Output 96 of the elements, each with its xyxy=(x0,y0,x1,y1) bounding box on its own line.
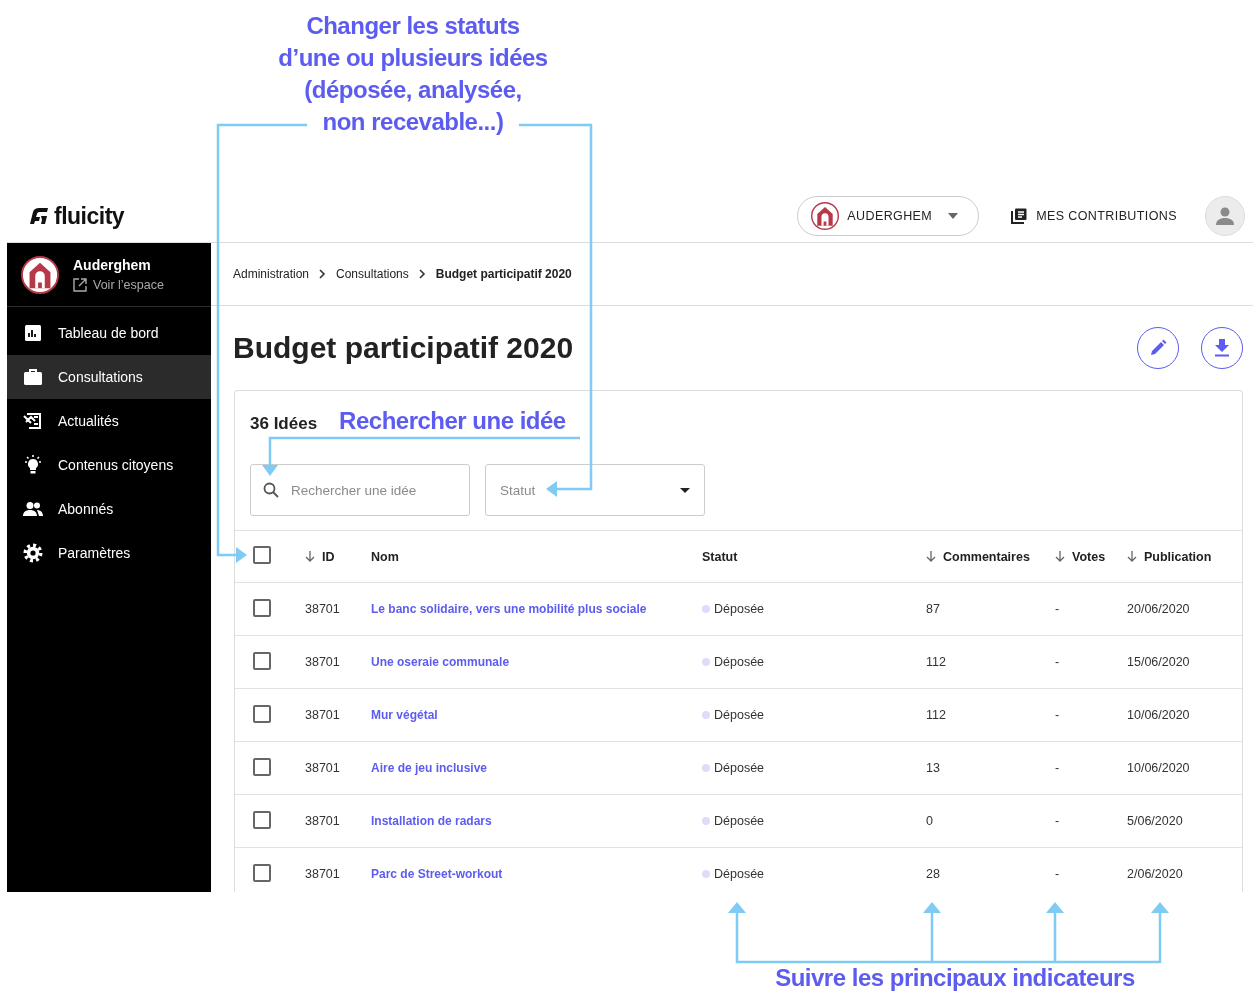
coat-of-arms-icon xyxy=(811,202,840,230)
table-cell-text: 0 xyxy=(926,814,934,828)
column-header: Nom xyxy=(371,549,400,564)
checkbox[interactable] xyxy=(253,651,271,670)
sidebar-item[interactable]: Paramètres xyxy=(7,531,211,575)
chevron-icon xyxy=(319,269,327,279)
sort-arrow-icon[interactable] xyxy=(926,550,936,563)
avatar-button[interactable] xyxy=(1205,196,1245,236)
logo-icon xyxy=(28,207,50,225)
column-header[interactable]: ID xyxy=(291,549,371,564)
table-cell-text: 112 xyxy=(926,655,947,669)
external-link-icon xyxy=(73,278,87,292)
space-selector[interactable]: AUDERGHEM xyxy=(797,196,980,236)
page-title: Budget participatif 2020 xyxy=(233,331,574,365)
breadcrumb-link[interactable]: Administration xyxy=(233,267,310,281)
chevron-icon xyxy=(418,269,426,279)
sidebar-item[interactable]: Tableau de bord xyxy=(7,311,211,355)
contributions-link[interactable]: MES CONTRIBUTIONS xyxy=(1011,208,1177,224)
column-header[interactable]: Commentaires xyxy=(926,549,1055,564)
table-cell-text: 13 xyxy=(926,761,941,775)
search-icon xyxy=(263,482,279,498)
table-cell-text: 87 xyxy=(926,602,941,616)
checkbox[interactable] xyxy=(253,598,271,617)
sidebar-item[interactable]: Abonnés xyxy=(7,487,211,531)
people-icon xyxy=(22,501,44,517)
settings-icon xyxy=(22,543,44,563)
breadcrumb-link[interactable]: Consultations xyxy=(336,267,409,281)
column-header: Statut xyxy=(702,549,739,564)
table-cell-text: 38701 xyxy=(304,602,341,616)
newspaper-icon xyxy=(22,412,44,430)
callout-text: Rechercher une idée xyxy=(339,407,566,435)
download-button[interactable] xyxy=(1201,327,1243,369)
idea-link[interactable]: Le banc solidaire, vers une mobilité plus sociale xyxy=(371,602,647,616)
table-cell-text: - xyxy=(1055,655,1061,669)
callout-text: Suivre les principaux indicateurs xyxy=(774,964,1136,991)
status-dropdown[interactable]: Statut xyxy=(485,464,705,516)
idea-count: 36 Idées xyxy=(250,414,318,434)
coat-of-arms-icon xyxy=(21,255,59,294)
table-cell-text: 10/06/2020 xyxy=(1127,708,1191,722)
edit-button[interactable] xyxy=(1137,327,1179,369)
table-cell-text: 2/06/2020 xyxy=(1127,867,1184,881)
caret-icon xyxy=(948,213,959,219)
idea-link[interactable]: Mur végétal xyxy=(371,708,438,722)
caret-icon xyxy=(680,487,690,493)
sort-arrow-icon[interactable] xyxy=(305,550,315,563)
column-header[interactable]: Publication xyxy=(1127,549,1242,564)
table-cell-text: 38701 xyxy=(304,708,341,722)
table-cell-text: 38701 xyxy=(304,655,341,669)
table-cell-text: 20/06/2020 xyxy=(1127,602,1191,616)
sort-arrow-icon[interactable] xyxy=(1127,550,1137,563)
table-cell-text: - xyxy=(1055,867,1061,881)
briefcase-icon xyxy=(22,368,44,386)
sidebar-item[interactable]: Actualités xyxy=(7,399,211,443)
checkbox[interactable] xyxy=(253,810,271,829)
breadcrumb-link[interactable]: Budget participatif 2020 xyxy=(435,267,572,281)
status-label: Déposée xyxy=(702,761,926,775)
idea-link[interactable]: Installation de radars xyxy=(371,814,492,828)
idea-link[interactable]: Parc de Street-workout xyxy=(371,867,503,881)
table-cell-text: 38701 xyxy=(304,867,341,881)
status-label: Déposée xyxy=(702,814,926,828)
sidebar-item[interactable]: Contenus citoyens xyxy=(7,443,211,487)
table-cell-text: 38701 xyxy=(304,814,341,828)
table-cell-text: 5/06/2020 xyxy=(1127,814,1184,828)
download-icon xyxy=(1214,339,1230,357)
person-icon xyxy=(1216,207,1234,225)
table-cell-text: 28 xyxy=(926,867,941,881)
checkbox[interactable] xyxy=(253,546,271,564)
table-cell-text: - xyxy=(1055,708,1061,722)
status-label: Déposée xyxy=(702,655,926,669)
documents-icon xyxy=(1011,208,1028,224)
checkbox[interactable] xyxy=(253,863,271,882)
table-cell-text: 38701 xyxy=(304,761,341,775)
bar-chart-icon xyxy=(22,324,44,342)
pencil-icon xyxy=(1149,339,1167,357)
lightbulb-icon xyxy=(22,455,44,475)
checkbox[interactable] xyxy=(253,757,271,776)
idea-link[interactable]: Aire de jeu inclusive xyxy=(371,761,488,775)
status-label: Déposée xyxy=(702,708,926,722)
table-cell-text: 15/06/2020 xyxy=(1127,655,1191,669)
idea-link[interactable]: Une oseraie communale xyxy=(371,655,510,669)
checkbox[interactable] xyxy=(253,704,271,723)
space-name: Auderghem xyxy=(73,257,152,273)
table-cell-text: - xyxy=(1055,761,1061,775)
status-label: Déposée xyxy=(702,867,926,881)
table-cell-text: - xyxy=(1055,814,1061,828)
table-cell-text: 112 xyxy=(926,708,947,722)
sidebar-item[interactable]: Consultations xyxy=(7,355,211,399)
column-header[interactable]: Votes xyxy=(1055,549,1127,564)
view-space-link[interactable]: Voir l’espace xyxy=(73,278,164,292)
table-cell-text: - xyxy=(1055,602,1061,616)
callout-text: Changer les statuts d’une ou plusieurs idées (déposée, analysée, non recevable...) xyxy=(277,11,549,137)
logo-text: fluicity xyxy=(54,202,125,230)
sort-arrow-icon[interactable] xyxy=(1055,550,1065,563)
table-cell-text: 10/06/2020 xyxy=(1127,761,1191,775)
search-field[interactable]: Rechercher une idée xyxy=(250,464,470,516)
status-label: Déposée xyxy=(702,602,926,616)
